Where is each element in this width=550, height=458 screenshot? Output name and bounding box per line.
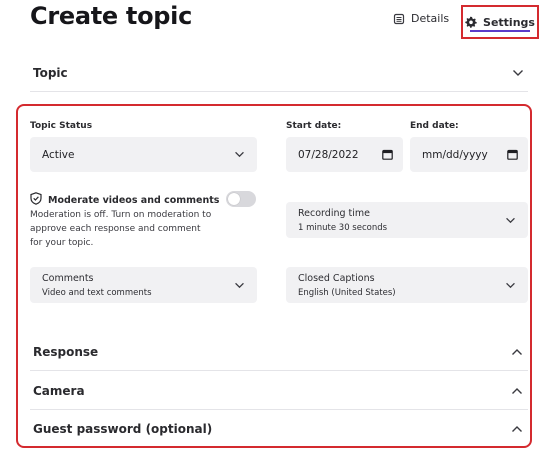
accordion-response-label: Response (33, 344, 99, 359)
topic-status-value: Active (42, 148, 75, 161)
calendar-icon[interactable] (382, 145, 393, 164)
moderation-title: Moderate videos and comments (30, 192, 219, 208)
chevron-down-icon (505, 282, 516, 289)
chevron-down-icon (234, 282, 245, 289)
closed-captions-label: Closed Captions (298, 272, 375, 284)
closed-captions-value: English (United States) (298, 287, 396, 298)
details-icon (393, 13, 405, 25)
recording-time-select[interactable]: Recording time 1 minute 30 seconds (286, 202, 528, 238)
chevron-down-icon (234, 151, 245, 158)
active-tab-indicator (470, 30, 530, 32)
end-date-input[interactable]: mm/dd/yyyy (410, 137, 528, 172)
topic-status-select[interactable]: Active (30, 137, 257, 172)
tab-details-label: Details (411, 12, 450, 25)
end-date-placeholder: mm/dd/yyyy (422, 148, 488, 161)
chevron-down-icon (505, 217, 516, 224)
calendar-icon[interactable] (507, 145, 518, 164)
shield-check-icon (30, 192, 42, 208)
tab-settings-label: Settings (483, 15, 535, 29)
chevron-up-icon (511, 425, 523, 433)
recording-time-value: 1 minute 30 seconds (298, 222, 388, 233)
start-date-label: Start date: (286, 121, 342, 131)
topic-status-label: Topic Status (30, 121, 93, 131)
moderation-description: Moderation is off. Turn on moderation to… (30, 210, 212, 248)
comments-value: Video and text comments (42, 287, 152, 298)
tab-details[interactable]: Details (393, 12, 449, 25)
accordion-camera-label: Camera (33, 383, 85, 398)
toggle-knob (228, 193, 240, 205)
moderation-title-text: Moderate videos and comments (48, 194, 220, 206)
accordion-guest-password-label: Guest password (optional) (33, 422, 213, 436)
recording-time-label: Recording time (298, 207, 370, 219)
chevron-down-icon (512, 69, 524, 77)
closed-captions-select[interactable]: Closed Captions English (United States) (286, 267, 528, 303)
end-date-label: End date: (410, 121, 459, 131)
accordion-guest-password[interactable]: Guest password (optional) (30, 410, 528, 448)
page-title: Create topic (30, 2, 193, 30)
topic-section-label: Topic (33, 65, 68, 80)
accordion-response[interactable]: Response (30, 333, 528, 371)
comments-label: Comments (42, 272, 94, 284)
start-date-value: 07/28/2022 (298, 148, 359, 161)
chevron-up-icon (511, 387, 523, 395)
start-date-input[interactable]: 07/28/2022 (286, 137, 403, 172)
moderation-toggle[interactable] (226, 191, 256, 207)
accordion-camera[interactable]: Camera (30, 372, 528, 410)
comments-select[interactable]: Comments Video and text comments (30, 267, 257, 303)
topic-section-header[interactable]: Topic (30, 54, 528, 92)
gear-icon (465, 16, 477, 28)
chevron-up-icon (511, 348, 523, 356)
tab-settings[interactable]: Settings (461, 5, 539, 39)
